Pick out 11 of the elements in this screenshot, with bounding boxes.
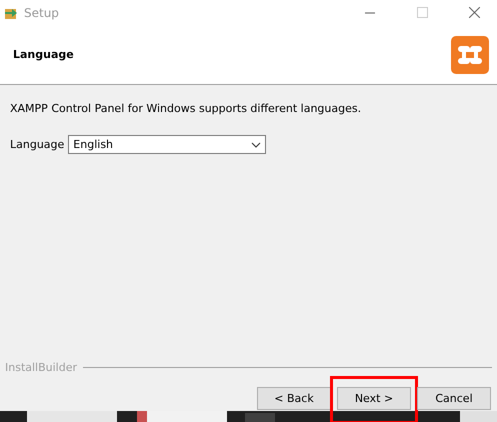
- page-title: Language: [13, 48, 74, 61]
- chevron-icon: [251, 142, 262, 148]
- window-title: Setup: [24, 6, 60, 20]
- description-text: XAMPP Control Panel for Windows supports different languages.: [10, 102, 362, 115]
- wizard-button[interactable]: Next >: [337, 387, 411, 410]
- logo-icon: [451, 36, 489, 74]
- wizard-button[interactable]: Cancel: [417, 387, 491, 410]
- language-label: Language: [10, 138, 64, 151]
- brand-text: InstallBuilder: [5, 361, 78, 374]
- wizard-button[interactable]: < Back: [257, 387, 331, 410]
- language-dropdown[interactable]: English: [68, 135, 266, 154]
